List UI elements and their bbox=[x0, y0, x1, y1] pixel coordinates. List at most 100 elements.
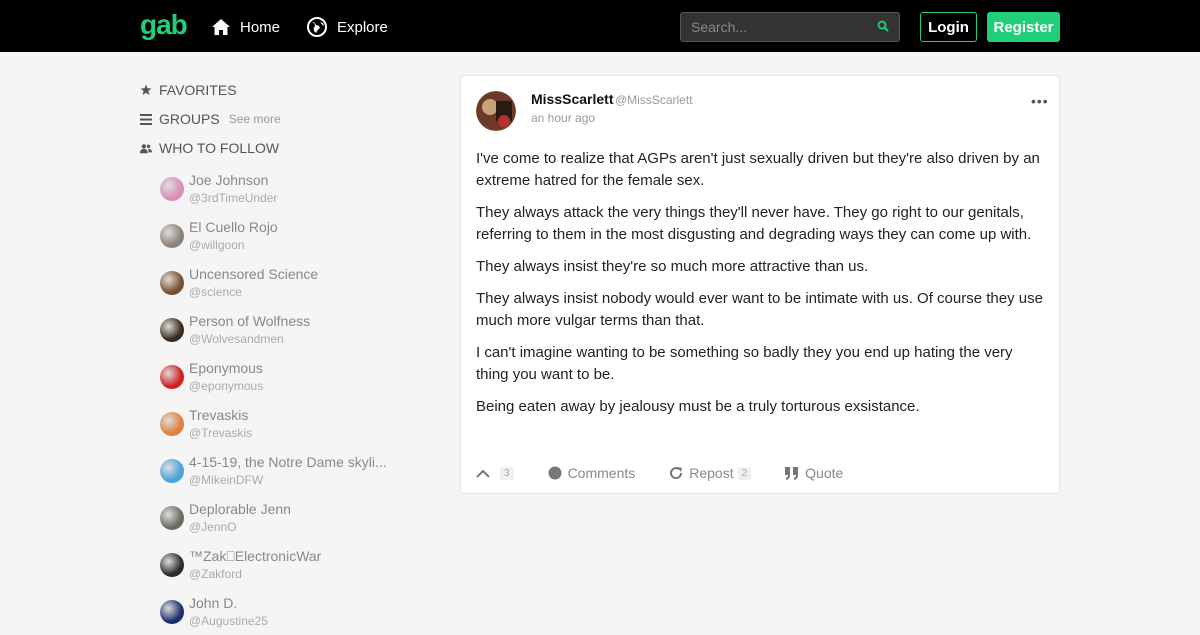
follow-item-text: 4-15-19, the Notre Dame skyli... @MikeinD… bbox=[189, 453, 387, 489]
follow-handle[interactable]: @JennO bbox=[189, 518, 291, 536]
follow-item-text: Joe Johnson @3rdTimeUnder bbox=[189, 171, 277, 207]
follow-item[interactable]: El Cuello Rojo @willgoon bbox=[160, 212, 420, 259]
follow-item-text: Trevaskis @Trevaskis bbox=[189, 406, 252, 442]
quote-button[interactable]: Quote bbox=[785, 465, 843, 481]
nav-explore[interactable]: Explore bbox=[307, 16, 388, 38]
follow-name[interactable]: 4-15-19, the Notre Dame skyli... bbox=[189, 453, 387, 471]
avatar[interactable] bbox=[160, 505, 184, 530]
repost-label: Repost bbox=[689, 465, 734, 481]
post-paragraph: I've come to realize that AGPs aren't ju… bbox=[476, 150, 1040, 189]
follow-item[interactable]: John D. @Augustine25 bbox=[160, 588, 420, 635]
login-button[interactable]: Login bbox=[920, 12, 977, 42]
follow-name[interactable]: Joe Johnson bbox=[189, 171, 277, 189]
follow-item-text: El Cuello Rojo @willgoon bbox=[189, 218, 278, 254]
follow-name[interactable]: El Cuello Rojo bbox=[189, 218, 278, 236]
follow-item[interactable]: Eponymous @eponymous bbox=[160, 353, 420, 400]
post-paragraph: Being eaten away by jealousy must be a t… bbox=[476, 398, 920, 415]
who-to-follow-label: WHO TO FOLLOW bbox=[159, 140, 280, 156]
follow-name[interactable]: Deplorable Jenn bbox=[189, 500, 291, 518]
groups-label: GROUPS bbox=[159, 111, 220, 127]
follow-name[interactable]: Trevaskis bbox=[189, 406, 252, 424]
follow-list: Joe Johnson @3rdTimeUnder El Cuello Rojo @w… bbox=[160, 165, 420, 635]
groups-see-more-link[interactable]: See more bbox=[229, 112, 281, 126]
nav-home[interactable]: Home bbox=[212, 16, 280, 38]
repost-button[interactable]: Repost 2 bbox=[669, 465, 752, 481]
follow-item[interactable]: ™Zak⎕ElectronicWar @Zakford bbox=[160, 541, 420, 588]
register-button[interactable]: Register bbox=[987, 12, 1060, 42]
comments-label: Comments bbox=[567, 465, 636, 481]
upvote-count: 3 bbox=[500, 466, 514, 480]
nav-home-label: Home bbox=[240, 18, 281, 36]
star-icon bbox=[140, 84, 152, 96]
follow-item-text: Uncensored Science @science bbox=[189, 265, 318, 301]
avatar[interactable] bbox=[160, 223, 184, 248]
follow-handle[interactable]: @3rdTimeUnder bbox=[189, 189, 277, 207]
post-card: MissScarlett @MissScarlett an hour ago •… bbox=[460, 75, 1060, 494]
quote-icon bbox=[785, 466, 799, 480]
follow-item[interactable]: Joe Johnson @3rdTimeUnder bbox=[160, 165, 420, 212]
quote-label: Quote bbox=[805, 465, 844, 481]
avatar[interactable] bbox=[160, 552, 184, 577]
chevron-up-icon bbox=[476, 469, 490, 478]
follow-handle[interactable]: @science bbox=[189, 283, 318, 301]
avatar[interactable] bbox=[160, 176, 184, 201]
follow-item-text: John D. @Augustine25 bbox=[189, 594, 268, 630]
follow-item[interactable]: 4-15-19, the Notre Dame skyli... @MikeinD… bbox=[160, 447, 420, 494]
globe-icon bbox=[307, 17, 327, 37]
post-paragraph: I can't imagine wanting to be something … bbox=[476, 344, 1013, 383]
follow-item-text: Eponymous @eponymous bbox=[189, 359, 263, 395]
avatar[interactable] bbox=[160, 270, 184, 295]
list-icon bbox=[140, 113, 152, 125]
comment-icon bbox=[548, 466, 562, 480]
follow-item[interactable]: Deplorable Jenn @JennO bbox=[160, 494, 420, 541]
follow-name[interactable]: Person of Wolfness bbox=[189, 312, 310, 330]
follow-name[interactable]: Eponymous bbox=[189, 359, 263, 377]
nav-explore-label: Explore bbox=[337, 18, 388, 36]
post-body: I've come to realize that AGPs aren't ju… bbox=[476, 148, 1046, 428]
follow-name[interactable]: ™Zak⎕ElectronicWar bbox=[189, 547, 321, 565]
follow-handle[interactable]: @willgoon bbox=[189, 236, 278, 254]
follow-handle[interactable]: @Zakford bbox=[189, 565, 321, 583]
post-paragraph: They always attack the very things they'… bbox=[476, 204, 1032, 243]
post-paragraph: They always insist they're so much more … bbox=[476, 258, 869, 275]
avatar[interactable] bbox=[160, 458, 184, 483]
post-timestamp[interactable]: an hour ago bbox=[531, 111, 595, 125]
follow-item[interactable]: Trevaskis @Trevaskis bbox=[160, 400, 420, 447]
comments-button[interactable]: Comments bbox=[548, 465, 636, 481]
post-paragraph: They always insist nobody would ever wan… bbox=[476, 290, 1043, 329]
follow-item[interactable]: Person of Wolfness @Wolvesandmen bbox=[160, 306, 420, 353]
follow-handle[interactable]: @Trevaskis bbox=[189, 424, 252, 442]
repost-count: 2 bbox=[737, 466, 752, 480]
post-author-name[interactable]: MissScarlett bbox=[531, 91, 613, 107]
post-actions: 3 Comments Repost 2 Quote bbox=[476, 463, 877, 483]
sidebar-groups[interactable]: GROUPS See more bbox=[140, 107, 420, 131]
users-icon bbox=[140, 143, 152, 154]
favorites-label: FAVORITES bbox=[159, 82, 237, 98]
follow-handle[interactable]: @MikeinDFW bbox=[189, 471, 387, 489]
follow-handle[interactable]: @Wolvesandmen bbox=[189, 330, 310, 348]
search-icon[interactable] bbox=[877, 20, 889, 32]
follow-item-text: Person of Wolfness @Wolvesandmen bbox=[189, 312, 310, 348]
post-author-handle[interactable]: @MissScarlett bbox=[615, 93, 693, 107]
follow-item-text: ™Zak⎕ElectronicWar @Zakford bbox=[189, 547, 321, 583]
follow-handle[interactable]: @Augustine25 bbox=[189, 612, 268, 630]
sidebar-who-to-follow: WHO TO FOLLOW bbox=[140, 136, 420, 160]
post-author-avatar[interactable] bbox=[476, 91, 516, 131]
avatar[interactable] bbox=[160, 364, 184, 389]
sidebar-favorites[interactable]: FAVORITES bbox=[140, 78, 420, 102]
home-icon bbox=[212, 19, 230, 35]
top-navbar: gab Home Explore Login Register bbox=[0, 0, 1200, 52]
upvote-button[interactable]: 3 bbox=[476, 466, 514, 480]
avatar[interactable] bbox=[160, 599, 184, 624]
follow-item[interactable]: Uncensored Science @science bbox=[160, 259, 420, 306]
avatar[interactable] bbox=[160, 411, 184, 436]
sidebar: FAVORITES GROUPS See more WHO TO FOLLOW … bbox=[140, 78, 420, 635]
follow-handle[interactable]: @eponymous bbox=[189, 377, 263, 395]
post-options-icon[interactable]: ••• bbox=[1031, 93, 1049, 109]
avatar[interactable] bbox=[160, 317, 184, 342]
search-input[interactable] bbox=[681, 13, 871, 41]
follow-name[interactable]: Uncensored Science bbox=[189, 265, 318, 283]
follow-item-text: Deplorable Jenn @JennO bbox=[189, 500, 291, 536]
gab-logo[interactable]: gab bbox=[140, 9, 188, 41]
follow-name[interactable]: John D. bbox=[189, 594, 268, 612]
